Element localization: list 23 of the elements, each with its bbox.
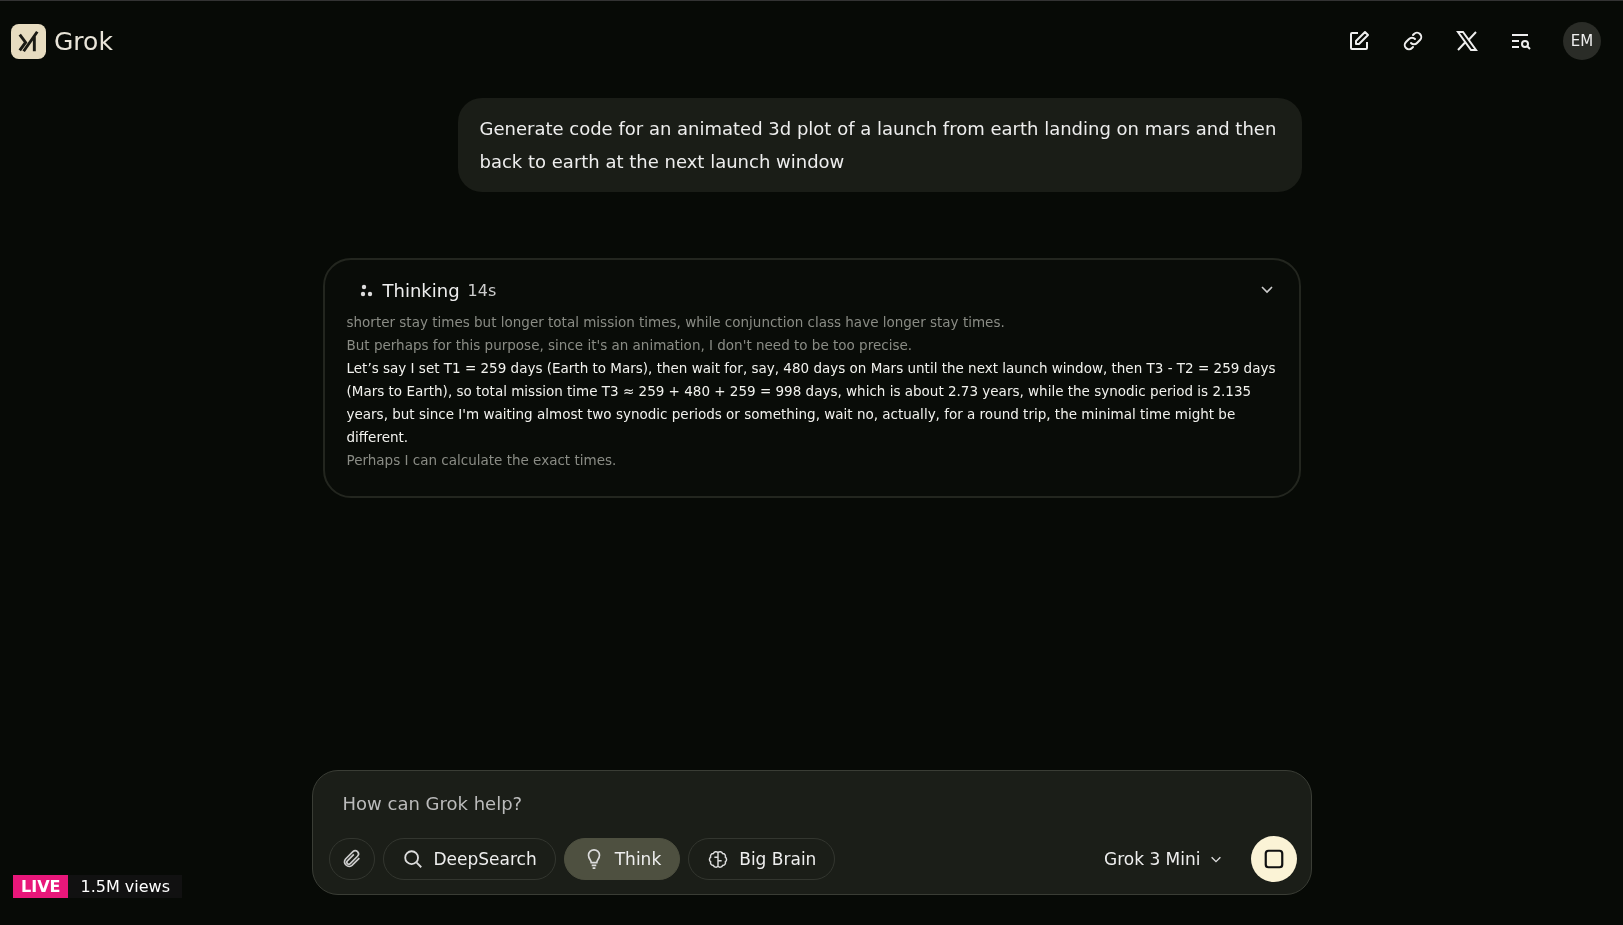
live-badge: LIVE — [13, 875, 69, 898]
model-selector[interactable]: Grok 3 Mini — [1097, 848, 1229, 870]
prompt-input[interactable]: How can Grok help? — [328, 789, 1228, 818]
brand-name: Grok — [54, 26, 113, 56]
mode-toggle[interactable]: Think — [563, 838, 681, 880]
user-avatar[interactable]: EM — [1563, 22, 1601, 60]
stop-button[interactable] — [1250, 836, 1297, 882]
search-icon — [401, 848, 424, 870]
thinking-duration: 14s — [467, 281, 497, 300]
link-icon[interactable] — [1401, 29, 1425, 53]
thinking-dots-icon — [358, 282, 375, 299]
logo-icon — [11, 23, 46, 59]
thinking-label: Thinking — [382, 280, 460, 301]
user-message: Generate code for an animated 3d plot of a launch from earth landing on mars and then back to earth at the next launch window — [457, 98, 1302, 192]
thought-text: shorter stay times but longer total mission times, while conjunction class have longer stay times. — [346, 313, 1006, 332]
thought-text: Let’s say I set T1 = 259 days (Earth to Mars), then wait for, say, 480 days on Mars until the next launch window, then T3 - T2 = 259 days (Mars to Earth), so total mission time T3 ≈ 259 + 480 + 259 = 998 days, which is about 2.73 years, while the synodic period is 2.135 years, but since I'm waiting almost two synodic periods or something, wait no, actually, for a round trip, the minimal time might be different. — [346, 359, 1277, 447]
edit-icon[interactable] — [1347, 29, 1371, 53]
thought-text: But perhaps for this purpose, since it's an animation, I don't need to be too precise. — [346, 336, 914, 355]
x-logo-icon[interactable] — [1455, 29, 1479, 53]
brain-icon — [707, 848, 730, 870]
thought-text: Perhaps I can calculate the exact times. — [346, 451, 618, 470]
stop-icon — [1262, 848, 1285, 870]
view-count: 1.5M views — [68, 875, 182, 898]
